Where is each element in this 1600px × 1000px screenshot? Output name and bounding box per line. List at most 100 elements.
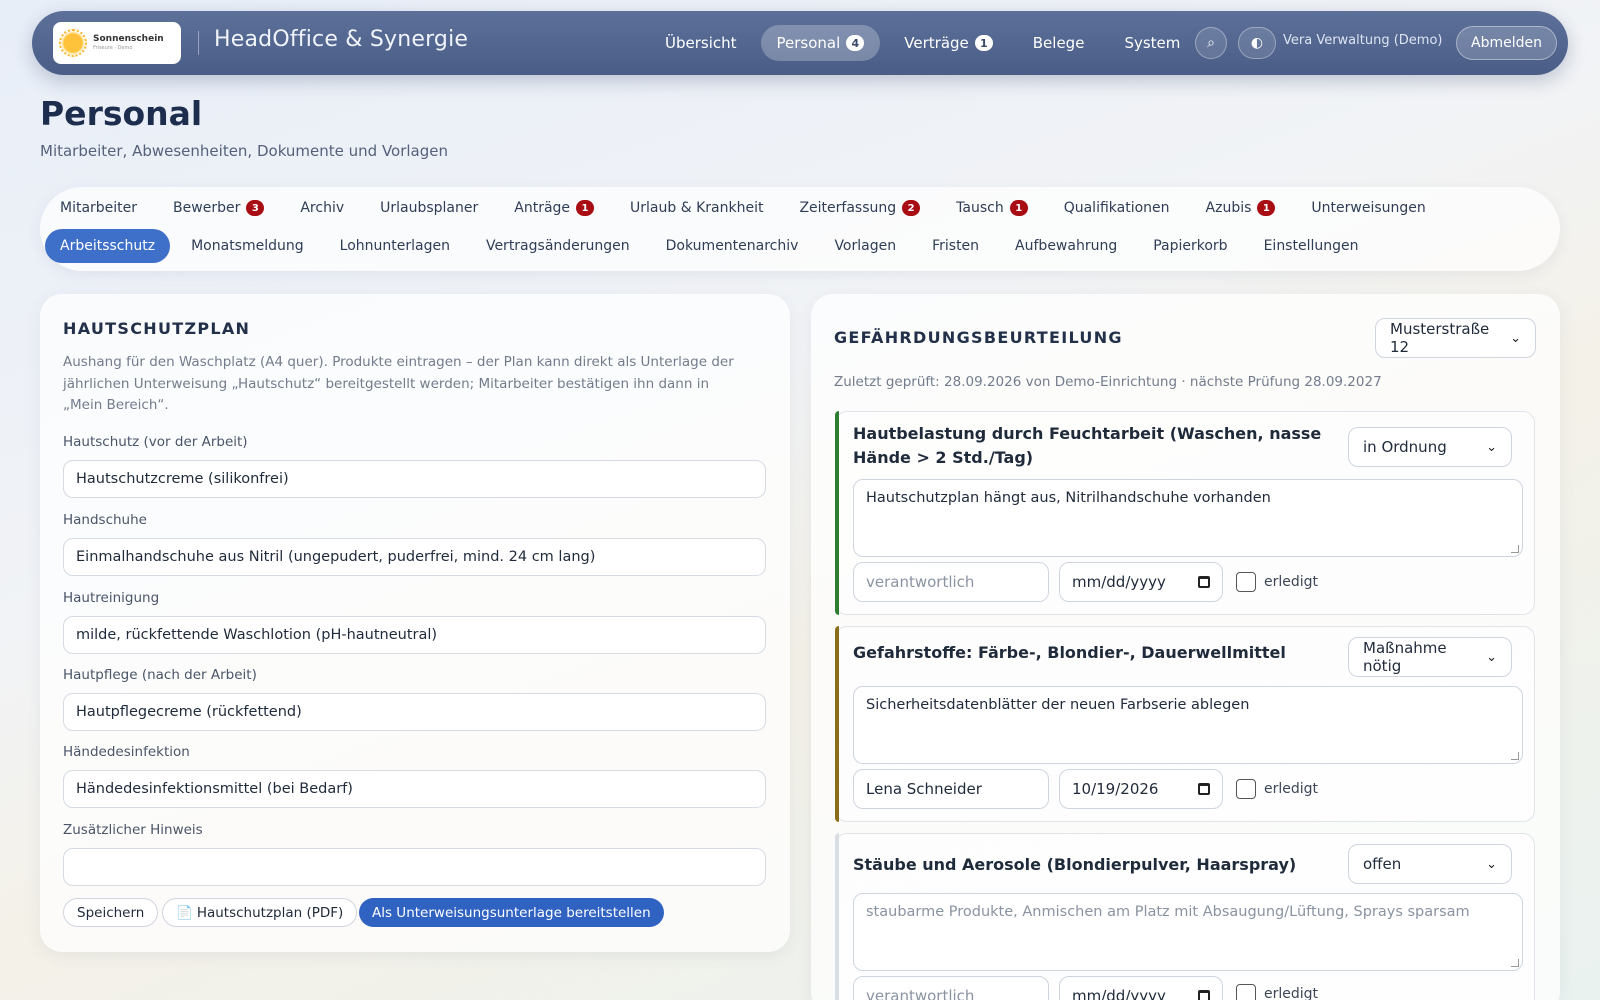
measure-textarea[interactable]: staubarme Produkte, Anmischen am Platz m… — [853, 893, 1523, 971]
date-value: mm/dd/yyyy — [1072, 573, 1166, 591]
tab-label: Archiv — [300, 200, 345, 216]
theme-toggle-icon[interactable]: ◐ — [1238, 27, 1276, 59]
tab-label: Urlaub & Krankheit — [630, 200, 764, 216]
tab-bewerber[interactable]: Bewerber 3 — [158, 191, 279, 225]
tab-vorlagen[interactable]: Vorlagen — [819, 229, 911, 263]
status-select[interactable]: offen ⌄ — [1348, 844, 1512, 884]
risk-title: Hautbelastung durch Feuchtarbeit (Wasche… — [853, 424, 1322, 467]
gloves-input[interactable]: Einmalhandschuhe aus Nitril (ungepudert,… — [63, 538, 766, 576]
tab-arbeitsschutz[interactable]: Arbeitsschutz — [45, 229, 171, 263]
company-logo[interactable]: Sonnenschein Friseure · Demo — [53, 22, 181, 64]
select-value: Musterstraße 12 — [1390, 320, 1490, 356]
nav-label: Verträge — [904, 34, 969, 52]
tab-unterweisungen[interactable]: Unterweisungen — [1296, 191, 1440, 225]
app-title: HeadOffice & Synergie — [214, 27, 469, 52]
responsible-input[interactable]: verantwortlich — [853, 562, 1049, 602]
pdf-button[interactable]: 📄 Hautschutzplan (PDF) — [162, 898, 358, 927]
checkbox-label: erledigt — [1264, 574, 1319, 590]
select-value: offen — [1363, 855, 1402, 873]
tab-vertragsaenderungen[interactable]: Vertragsänderungen — [471, 229, 645, 263]
responsible-input[interactable]: verantwortlich — [853, 976, 1049, 1000]
nav-personal[interactable]: Personal 4 — [760, 25, 881, 61]
count-badge: 1 — [576, 200, 595, 216]
page-title: Personal — [40, 94, 203, 133]
review-info: Zuletzt geprüft: 28.09.2026 von Demo-Ein… — [834, 374, 1382, 390]
location-select[interactable]: Musterstraße 12 ⌄ — [1375, 318, 1536, 358]
tab-tausch[interactable]: Tausch 1 — [941, 191, 1043, 225]
search-icon[interactable]: ⌕ — [1195, 27, 1227, 59]
nav-label: System — [1124, 34, 1181, 52]
due-date-input[interactable]: 10/19/2026 — [1059, 769, 1223, 809]
nav-receipts[interactable]: Belege — [1017, 25, 1101, 61]
measure-textarea[interactable]: Hautschutzplan hängt aus, Nitrilhandschu… — [853, 479, 1523, 557]
tab-antraege[interactable]: Anträge 1 — [499, 191, 609, 225]
tab-fristen[interactable]: Fristen — [917, 229, 994, 263]
nav-contracts[interactable]: Verträge 1 — [888, 25, 1008, 61]
risk-title: Gefahrstoffe: Färbe-, Blondier-, Dauerwe… — [853, 643, 1286, 662]
resize-handle-icon[interactable] — [1511, 959, 1519, 967]
tab-papierkorb[interactable]: Papierkorb — [1138, 229, 1242, 263]
skin-cleaning-input[interactable]: milde, rückfettende Waschlotion (pH-haut… — [63, 616, 766, 654]
tab-label: Qualifikationen — [1063, 200, 1170, 216]
done-checkbox[interactable]: erledigt — [1236, 572, 1318, 592]
done-checkbox[interactable]: erledigt — [1236, 984, 1318, 1000]
responsible-input[interactable]: Lena Schneider — [853, 769, 1049, 809]
nav-overview[interactable]: Übersicht — [649, 25, 753, 61]
tab-azubis[interactable]: Azubis 1 — [1191, 191, 1291, 225]
nav-label: Belege — [1032, 34, 1085, 52]
tab-urlaubsplaner[interactable]: Urlaubsplaner — [365, 191, 493, 225]
status-select[interactable]: in Ordnung ⌄ — [1348, 427, 1512, 467]
resize-handle-icon[interactable] — [1511, 752, 1519, 760]
field-label: Hautreinigung — [63, 590, 160, 606]
tab-archiv[interactable]: Archiv — [285, 191, 359, 225]
checkbox-box[interactable] — [1236, 984, 1256, 1000]
select-value: Maßnahme nötig — [1363, 639, 1447, 675]
save-button[interactable]: Speichern — [63, 898, 159, 927]
tab-qualifikationen[interactable]: Qualifikationen — [1049, 191, 1185, 225]
due-date-input[interactable]: mm/dd/yyyy — [1059, 562, 1223, 602]
checkbox-box[interactable] — [1236, 572, 1256, 592]
count-badge: 1 — [974, 35, 993, 51]
provide-training-button[interactable]: Als Unterweisungsunterlage bereitstellen — [359, 898, 664, 927]
tab-einstellungen[interactable]: Einstellungen — [1249, 229, 1374, 263]
main-nav: Übersicht Personal 4 Verträge 1 Belege Sys… — [649, 25, 1196, 61]
tab-label: Urlaubsplaner — [380, 200, 479, 216]
tab-label: Bewerber — [173, 200, 241, 216]
resize-handle-icon[interactable] — [1511, 545, 1519, 553]
calendar-icon[interactable] — [1198, 783, 1210, 795]
tab-dokumentenarchiv[interactable]: Dokumentenarchiv — [651, 229, 814, 263]
hand-disinfection-input[interactable]: Händedesinfektionsmittel (bei Bedarf) — [63, 770, 766, 808]
status-select[interactable]: Maßnahme nötig ⌄ — [1348, 637, 1512, 677]
checkbox-label: erledigt — [1264, 986, 1319, 1000]
additional-note-input[interactable] — [63, 848, 766, 886]
checkbox-box[interactable] — [1236, 779, 1256, 799]
skin-care-input[interactable]: Hautpflegecreme (rückfettend) — [63, 693, 766, 731]
tab-mitarbeiter[interactable]: Mitarbeiter — [45, 191, 152, 225]
logo-name: Sonnenschein — [93, 34, 164, 44]
calendar-icon[interactable] — [1198, 990, 1210, 1000]
panel-title: HAUTSCHUTZPLAN — [63, 319, 251, 338]
date-value: mm/dd/yyyy — [1072, 987, 1166, 1000]
chevron-down-icon: ⌄ — [1486, 439, 1497, 455]
nav-label: Übersicht — [665, 34, 737, 52]
skin-protection-input[interactable]: Hautschutzcreme (silikonfrei) — [63, 460, 766, 498]
logout-button[interactable]: Abmelden — [1456, 26, 1557, 60]
calendar-icon[interactable] — [1198, 576, 1210, 588]
nav-system[interactable]: System — [1108, 25, 1196, 61]
tab-monatsmeldung[interactable]: Monatsmeldung — [176, 229, 319, 263]
chevron-down-icon: ⌄ — [1486, 649, 1497, 665]
field-label: Hautschutz (vor der Arbeit) — [63, 434, 248, 450]
tab-urlaub-krankheit[interactable]: Urlaub & Krankheit — [615, 191, 778, 225]
tab-aufbewahrung[interactable]: Aufbewahrung — [1000, 229, 1132, 263]
count-badge: 1 — [1009, 200, 1028, 216]
top-bar: Sonnenschein Friseure · Demo HeadOffice … — [32, 11, 1568, 75]
field-label: Zusätzlicher Hinweis — [63, 822, 203, 838]
tab-lohnunterlagen[interactable]: Lohnunterlagen — [325, 229, 465, 263]
done-checkbox[interactable]: erledigt — [1236, 779, 1318, 799]
current-user: Vera Verwaltung (Demo) — [1283, 33, 1443, 48]
due-date-input[interactable]: mm/dd/yyyy — [1059, 976, 1223, 1000]
textarea-value: Sicherheitsdatenblätter der neuen Farbse… — [866, 697, 1250, 713]
tab-zeiterfassung[interactable]: Zeiterfassung 2 — [784, 191, 935, 225]
skin-protection-panel: HAUTSCHUTZPLAN Aushang für den Waschplat… — [40, 294, 790, 952]
measure-textarea[interactable]: Sicherheitsdatenblätter der neuen Farbse… — [853, 686, 1523, 764]
